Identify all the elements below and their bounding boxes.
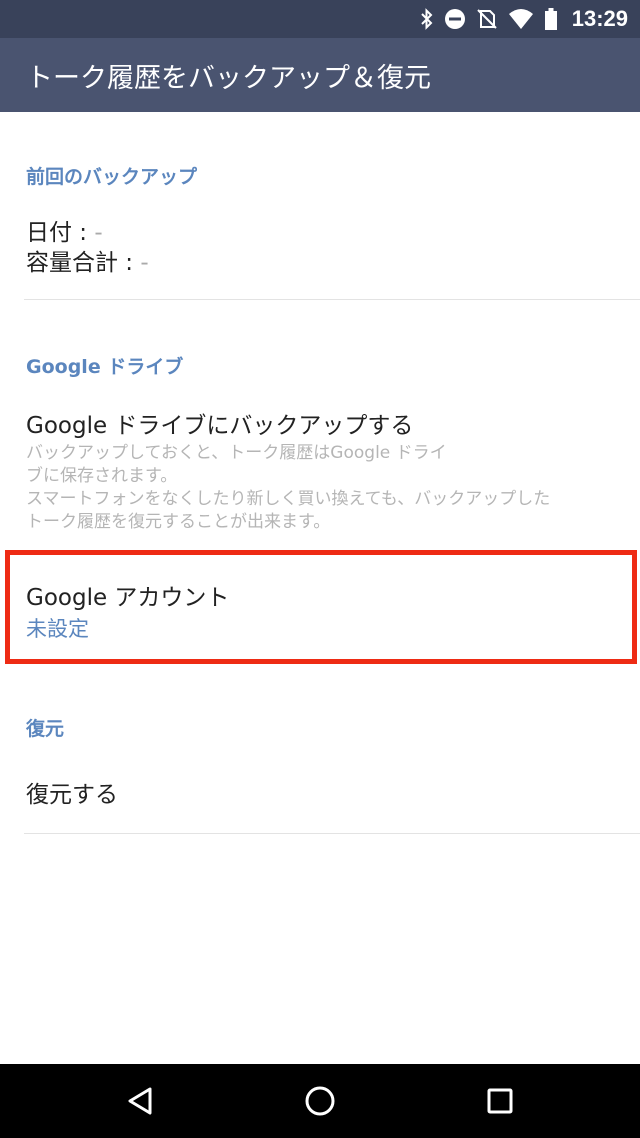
backup-date-label: 日付 : — [26, 220, 95, 246]
home-icon[interactable] — [300, 1081, 340, 1121]
page-title: トーク履歴をバックアップ＆復元 — [26, 63, 431, 94]
backup-size: 容量合計 : - — [26, 248, 149, 278]
divider — [24, 299, 640, 300]
backup-size-value: - — [140, 250, 149, 276]
status-clock: 13:29 — [571, 6, 628, 31]
backup-size-label: 容量合計 : — [26, 250, 141, 276]
battery-icon — [544, 8, 558, 30]
divider — [24, 833, 640, 834]
backup-date-value: - — [94, 220, 103, 246]
recents-icon[interactable] — [480, 1081, 520, 1121]
backup-date: 日付 : - — [26, 218, 103, 248]
do-not-disturb-icon — [444, 8, 466, 30]
status-bar: 13:29 — [0, 0, 640, 38]
bluetooth-icon — [420, 8, 434, 30]
highlight-box — [5, 550, 637, 664]
wifi-icon — [508, 8, 534, 30]
section-header-restore: 復元 — [26, 718, 65, 740]
navigation-bar — [0, 1064, 640, 1138]
app-bar: トーク履歴をバックアップ＆復元 — [0, 38, 640, 112]
restore-row[interactable]: 復元する — [0, 755, 640, 833]
backup-to-drive-description: バックアップしておくと、トーク履歴はGoogle ドライ ブに保存されます。 ス… — [26, 443, 551, 532]
back-icon[interactable] — [120, 1081, 160, 1121]
status-icons: 13:29 — [420, 0, 628, 38]
restore-title: 復元する — [26, 782, 118, 808]
backup-to-drive-title: Google ドライブにバックアップする — [26, 413, 414, 439]
backup-to-drive-row[interactable]: Google ドライブにバックアップする バックアップしておくと、トーク履歴はG… — [0, 395, 640, 545]
no-sim-icon — [476, 8, 498, 30]
section-header-last-backup: 前回のバックアップ — [26, 166, 198, 188]
section-header-google-drive: Google ドライブ — [26, 356, 184, 378]
